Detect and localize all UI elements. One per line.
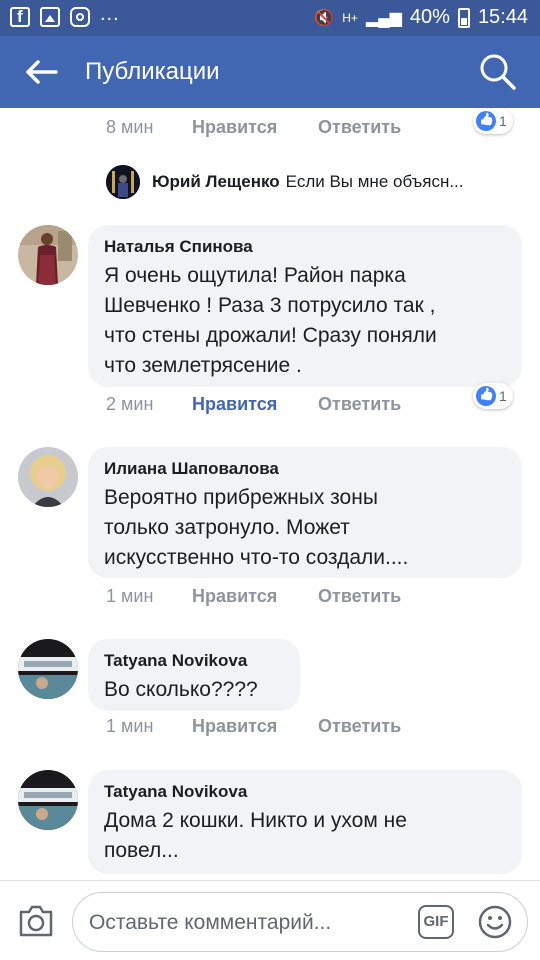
comment-author[interactable]: Илиана Шаповалова — [104, 459, 506, 479]
notification-icons: ... — [10, 3, 120, 27]
status-bar: ... 🔇 H+ ▂▄▆ 40% 15:44 — [0, 0, 540, 36]
avatar-image — [18, 639, 78, 699]
comment-actions: 1 мин Нравится Ответить — [106, 586, 401, 607]
reply-button[interactable]: Ответить — [318, 394, 401, 415]
gif-button[interactable]: GIF — [418, 905, 454, 939]
comment-bubble[interactable]: Наталья Спинова Я очень ощутила! Район п… — [88, 225, 522, 387]
comment-bubble[interactable]: Tatyana Novikova Во сколько???? — [88, 639, 300, 711]
more-notifications: ... — [100, 2, 120, 25]
comment-actions: 2 мин Нравится Ответить — [106, 394, 401, 415]
avatar[interactable] — [18, 225, 78, 285]
comment-composer: Оставьте комментарий... GIF — [0, 880, 540, 960]
avatar-image — [18, 225, 78, 285]
comment-time: 1 мин — [106, 716, 154, 736]
avatar[interactable] — [18, 639, 78, 699]
reply-button[interactable]: Ответить — [318, 716, 401, 737]
battery-percent: 40% — [409, 6, 450, 28]
network-type: H+ — [342, 10, 358, 25]
avatar-image — [18, 770, 78, 830]
search-button[interactable] — [478, 52, 518, 92]
smiley-icon — [478, 905, 512, 939]
battery-icon — [457, 7, 470, 28]
reply-author[interactable]: Юрий Лещенко — [152, 172, 280, 192]
like-reaction-icon — [476, 111, 496, 131]
comment-time: 8 мин — [106, 117, 154, 137]
camera-icon — [19, 905, 53, 937]
avatar-image — [18, 447, 78, 507]
signal-icon: ▂▄▆ — [365, 9, 402, 27]
like-reaction-icon — [476, 386, 496, 406]
back-arrow-icon — [26, 60, 58, 84]
facebook-notification-icon — [10, 7, 30, 27]
reaction-count[interactable]: 1 — [473, 383, 513, 409]
like-button[interactable]: Нравится — [192, 716, 318, 737]
avatar[interactable] — [106, 165, 140, 199]
search-icon — [480, 54, 516, 90]
comment-bubble[interactable]: Tatyana Novikova Дома 2 кошки. Никто и у… — [88, 770, 522, 874]
instagram-notification-icon — [70, 7, 90, 27]
reaction-number: 1 — [499, 388, 507, 404]
comments-list[interactable]: 8 мин Нравится Ответить 1 Юрий Лещенко Е… — [0, 108, 540, 880]
comment-text: Вероятно прибрежных зоны только затронул… — [104, 486, 409, 569]
comment-actions: 1 мин Нравится Ответить — [106, 716, 401, 737]
avatar[interactable] — [18, 447, 78, 507]
comment-author[interactable]: Tatyana Novikova — [104, 782, 506, 802]
comment-time: 2 мин — [106, 394, 154, 414]
sticker-button[interactable] — [477, 904, 513, 940]
like-button[interactable]: Нравится — [192, 394, 318, 415]
system-indicators: 🔇 H+ ▂▄▆ 40% 15:44 — [314, 6, 528, 29]
back-button[interactable] — [24, 58, 60, 86]
reaction-number: 1 — [499, 113, 507, 129]
comment-author[interactable]: Наталья Спинова — [104, 237, 506, 257]
reply-button[interactable]: Ответить — [318, 586, 401, 607]
reply-snippet: Если Вы мне объясн... — [285, 172, 464, 191]
avatar-image — [106, 165, 140, 199]
mute-icon: 🔇 — [314, 9, 335, 27]
app-header: Публикации — [0, 36, 540, 108]
reply-button[interactable]: Ответить — [318, 117, 401, 138]
comment-text: Дома 2 кошки. Никто и ухом не повел... — [104, 809, 407, 862]
like-button[interactable]: Нравится — [192, 586, 318, 607]
comment-time: 1 мин — [106, 586, 154, 606]
gallery-notification-icon — [40, 7, 60, 27]
comment-actions: 8 мин Нравится Ответить — [106, 117, 401, 138]
comment-bubble[interactable]: Илиана Шаповалова Вероятно прибрежных зо… — [88, 447, 522, 578]
camera-button[interactable] — [17, 903, 55, 939]
reply-preview[interactable]: Юрий Лещенко Если Вы мне объясн... — [106, 165, 464, 199]
comment-input[interactable]: Оставьте комментарий... GIF — [72, 892, 528, 952]
comment-text: Во сколько???? — [104, 678, 258, 701]
comment-text: Я очень ощутила! Район парка Шевченко ! … — [104, 264, 437, 377]
reaction-count[interactable]: 1 — [473, 108, 513, 134]
comment-author[interactable]: Tatyana Novikova — [104, 651, 284, 671]
clock: 15:44 — [477, 6, 528, 28]
page-title: Публикации — [85, 58, 220, 85]
like-button[interactable]: Нравится — [192, 117, 318, 138]
comment-input-placeholder: Оставьте комментарий... — [89, 911, 332, 934]
avatar[interactable] — [18, 770, 78, 830]
